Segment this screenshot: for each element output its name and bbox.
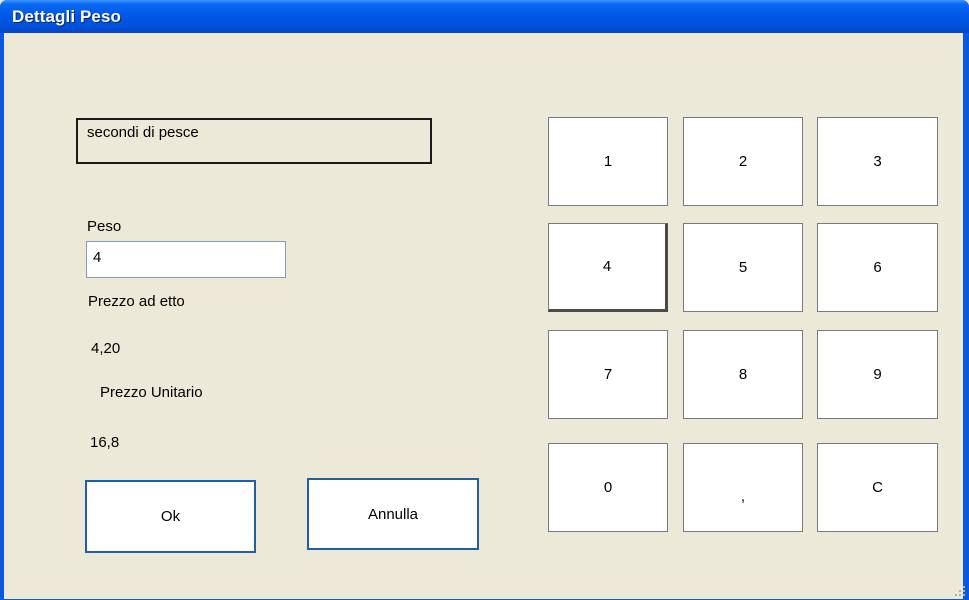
keypad-4-button[interactable]: 4 [548, 223, 668, 312]
keypad-2-button[interactable]: 2 [683, 117, 803, 206]
prezzo-unitario-value: 16,8 [90, 434, 120, 451]
keypad-0-button[interactable]: 0 [548, 443, 668, 532]
keypad-comma-button[interactable]: , [683, 443, 803, 532]
keypad-8-button[interactable]: 8 [683, 330, 803, 419]
keypad-1-button[interactable]: 1 [548, 117, 668, 206]
keypad-5-button[interactable]: 5 [683, 223, 803, 312]
peso-label: Peso [87, 218, 122, 235]
keypad-6-button[interactable]: 6 [817, 223, 938, 312]
keypad-3-button[interactable]: 3 [817, 117, 938, 206]
title-bar[interactable]: Dettagli Peso [0, 0, 969, 33]
resize-grip-icon[interactable] [953, 584, 965, 596]
peso-input[interactable]: 4 [86, 241, 286, 278]
keypad-clear-button[interactable]: C [817, 443, 938, 532]
window-title: Dettagli Peso [12, 7, 121, 26]
keypad-7-button[interactable]: 7 [548, 330, 668, 419]
keypad-9-button[interactable]: 9 [817, 330, 938, 419]
ok-button[interactable]: Ok [85, 480, 256, 553]
prezzo-etto-value: 4,20 [91, 340, 121, 357]
prezzo-etto-label: Prezzo ad etto [88, 293, 185, 310]
product-description-box: secondi di pesce [76, 118, 432, 164]
prezzo-unitario-label: Prezzo Unitario [100, 384, 203, 401]
cancel-button[interactable]: Annulla [307, 478, 479, 550]
